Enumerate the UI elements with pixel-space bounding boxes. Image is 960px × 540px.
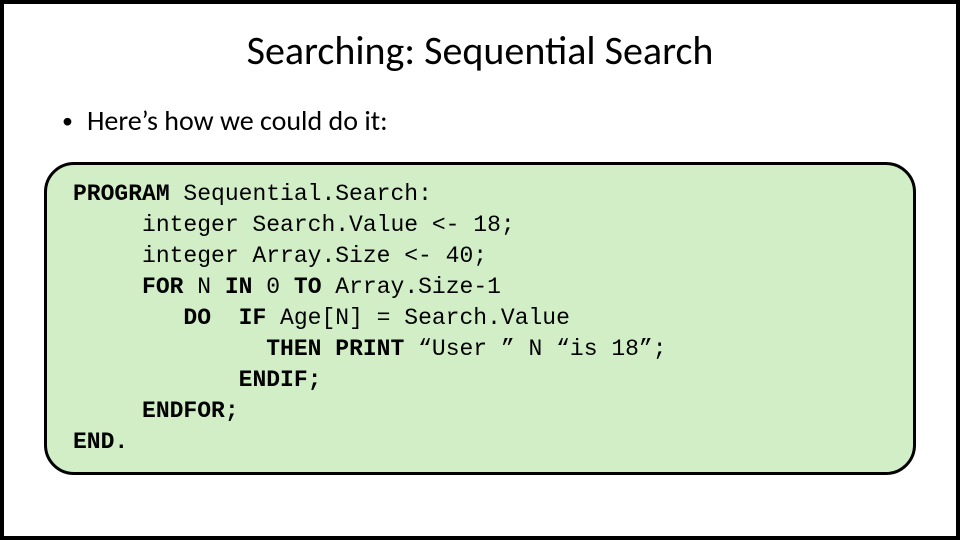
kw-to: TO: [294, 274, 322, 300]
bullet-text: Here’s how we could do it:: [87, 103, 388, 138]
code-l4b: N: [183, 274, 224, 300]
code-line-3: integer Array.Size <- 40;: [73, 243, 487, 269]
kw-if: IF: [239, 305, 267, 331]
code-l6a: [73, 336, 266, 362]
bullet-item: • Here’s how we could do it:: [62, 103, 956, 138]
code-l5a: [73, 305, 183, 331]
kw-for: FOR: [142, 274, 183, 300]
code-l8a: [73, 398, 142, 424]
kw-in: IN: [225, 274, 253, 300]
code-l6c: “User ” N “is 18”;: [404, 336, 666, 362]
code-l6b: [321, 336, 335, 362]
slide-title: Searching: Sequential Search: [4, 26, 956, 75]
kw-then: THEN: [266, 336, 321, 362]
bullet-dot-icon: •: [62, 110, 73, 132]
code-l5b: [211, 305, 239, 331]
kw-program: PROGRAM: [73, 181, 170, 207]
kw-endif: ENDIF;: [239, 367, 322, 393]
slide: Searching: Sequential Search • Here’s ho…: [0, 0, 960, 540]
code-l4d: Array.Size-1: [322, 274, 501, 300]
kw-endfor: ENDFOR;: [142, 398, 239, 424]
kw-do: DO: [183, 305, 211, 331]
code-l4c: 0: [252, 274, 293, 300]
code-prog-name: Sequential.Search:: [170, 181, 432, 207]
code-l5c: Age[N] = Search.Value: [266, 305, 570, 331]
code-line-2: integer Search.Value <- 18;: [73, 212, 515, 238]
code-block: PROGRAM Sequential.Search: integer Searc…: [44, 162, 916, 475]
kw-end: END.: [73, 429, 128, 455]
bullet-list: • Here’s how we could do it:: [62, 103, 956, 138]
code-l4a: [73, 274, 142, 300]
code-l7a: [73, 367, 239, 393]
kw-print: PRINT: [335, 336, 404, 362]
